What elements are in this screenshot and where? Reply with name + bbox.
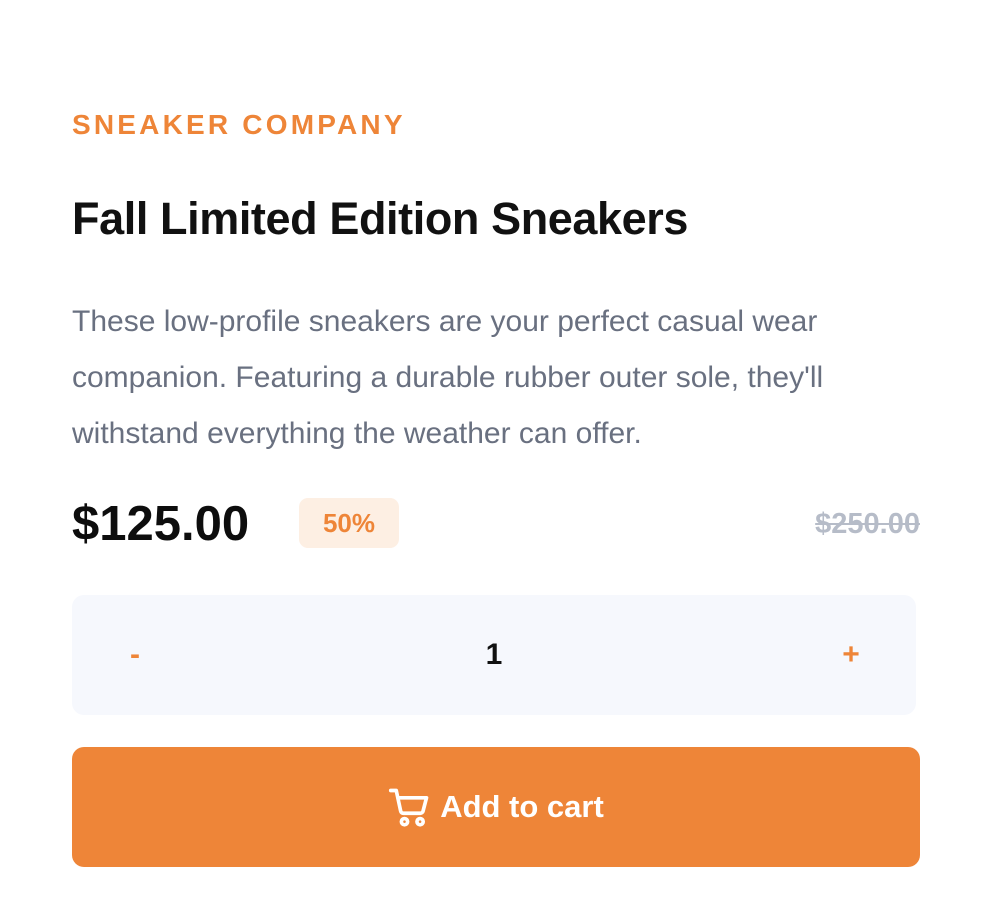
product-description: These low-profile sneakers are your perf… (72, 305, 824, 450)
quantity-stepper: - 1 + (72, 595, 916, 715)
cart-icon (388, 785, 432, 829)
original-price: $250.00 (815, 508, 920, 540)
add-to-cart-button[interactable]: Add to cart (72, 747, 920, 867)
quantity-value: 1 (485, 638, 503, 671)
decrement-button[interactable]: - (90, 595, 180, 715)
current-price: $125.00 (72, 497, 250, 551)
product-title: Fall Limited Edition Sneakers (72, 193, 689, 244)
add-to-cart-content: Add to cart (72, 747, 920, 867)
increment-button[interactable]: + (806, 595, 896, 715)
discount-badge: 50% (299, 498, 399, 548)
price-row: $125.00 50% $250.00 (72, 496, 920, 552)
add-to-cart-label: Add to cart (440, 789, 604, 824)
company-name: SNEAKER COMPANY (72, 109, 406, 140)
product-details: SNEAKER COMPANY Fall Limited Edition Sne… (72, 108, 920, 867)
